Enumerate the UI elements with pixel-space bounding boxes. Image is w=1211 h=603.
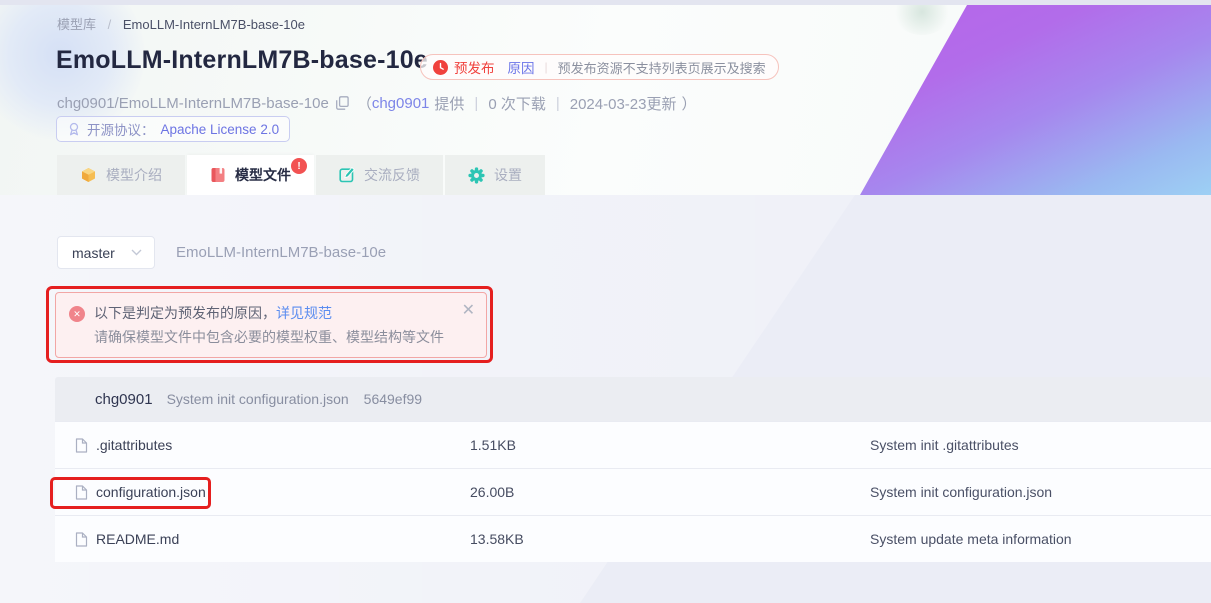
file-commit-message: System init configuration.json (870, 484, 1211, 500)
tab-label: 模型文件 (235, 165, 291, 185)
file-size: 13.58KB (470, 531, 870, 547)
tab-label: 交流反馈 (364, 165, 420, 185)
file-name-link[interactable]: .gitattributes (96, 437, 172, 453)
alert-close-icon[interactable]: ✕ (462, 300, 475, 320)
clock-icon (433, 60, 448, 75)
tab-feedback[interactable]: 交流反馈 (316, 155, 443, 195)
tab-model-intro[interactable]: 模型介绍 (57, 155, 185, 195)
prerelease-note: 预发布资源不支持列表页展示及搜索 (558, 58, 766, 77)
breadcrumb-separator: / (108, 17, 112, 32)
meta-paren-close: ） (681, 93, 696, 114)
repo-name-label: EmoLLM-InternLM7B-base-10e (176, 244, 386, 261)
meta-divider: | (474, 95, 478, 112)
prerelease-status: 预发布 (454, 57, 495, 77)
chevron-down-icon (131, 249, 142, 256)
teal-blob-decoration (893, 5, 951, 35)
license-badge: 开源协议： Apache License 2.0 (56, 116, 290, 142)
repo-subtitle: chg0901/EmoLLM-InternLM7B-base-10e （ chg… (57, 93, 697, 114)
license-value[interactable]: Apache License 2.0 (161, 122, 280, 137)
updated-date: 2024-03-23更新 (570, 93, 677, 114)
page-title: EmoLLM-InternLM7B-base-10e (56, 46, 428, 75)
license-label: 开源协议： (87, 119, 155, 139)
alert-text-line2: 请确保模型文件中包含必要的模型权重、模型结构等文件 (94, 327, 444, 347)
medal-icon (67, 122, 81, 136)
breadcrumb: 模型库 / EmoLLM-InternLM7B-base-10e (57, 14, 305, 33)
branch-label: master (72, 245, 115, 261)
header: 模型库 / EmoLLM-InternLM7B-base-10e EmoLLM-… (0, 5, 1211, 195)
file-name-cell: .gitattributes (55, 437, 470, 453)
breadcrumb-root[interactable]: 模型库 (57, 17, 96, 32)
error-circle-icon: ✕ (69, 306, 85, 322)
page-background: 模型库 / EmoLLM-InternLM7B-base-10e EmoLLM-… (0, 0, 1211, 603)
committer-name: chg0901 (95, 391, 153, 408)
meta-divider: | (556, 95, 560, 112)
alert-line1-text: 以下是判定为预发布的原因， (94, 305, 276, 321)
repo-path: chg0901/EmoLLM-InternLM7B-base-10e (57, 95, 329, 112)
file-name-cell: README.md (55, 531, 470, 547)
file-commit-message: System update meta information (870, 531, 1211, 547)
tab-bar: 模型介绍 模型文件 ! 交流反馈 设置 (57, 155, 547, 195)
tab-model-files[interactable]: 模型文件 ! (187, 155, 314, 195)
book-icon (210, 167, 226, 183)
file-name-cell: configuration.json (55, 484, 470, 500)
document-icon (75, 438, 88, 453)
table-row: README.md 13.58KB System update meta inf… (55, 515, 1211, 562)
breadcrumb-current: EmoLLM-InternLM7B-base-10e (123, 17, 305, 32)
meta-paren-open: （ (357, 93, 372, 114)
cube-icon (80, 167, 97, 184)
tab-settings[interactable]: 设置 (445, 155, 545, 195)
alert-spec-link[interactable]: 详见规范 (276, 305, 332, 321)
table-row: configuration.json 26.00B System init co… (55, 468, 1211, 515)
file-name-link[interactable]: README.md (96, 531, 179, 547)
commit-header-row: chg0901 System init configuration.json 5… (55, 377, 1211, 421)
document-icon (75, 485, 88, 500)
badge-divider: | (545, 60, 548, 74)
file-size: 1.51KB (470, 437, 870, 453)
file-commit-message: System init .gitattributes (870, 437, 1211, 453)
provider-label: 提供 (434, 93, 464, 114)
file-table: chg0901 System init configuration.json 5… (55, 377, 1211, 562)
commit-message: System init configuration.json (167, 391, 349, 407)
copy-icon[interactable] (336, 96, 349, 114)
provider-link[interactable]: chg0901 (372, 95, 430, 112)
file-name-link[interactable]: configuration.json (96, 484, 206, 500)
commit-hash: 5649ef99 (364, 391, 422, 407)
gear-icon (468, 167, 485, 184)
notification-badge: ! (291, 158, 307, 174)
tab-label: 设置 (494, 165, 522, 185)
downloads-count: 0 次下载 (488, 93, 546, 114)
tab-label: 模型介绍 (106, 165, 162, 185)
edit-icon (339, 167, 355, 183)
table-row: .gitattributes 1.51KB System init .gitat… (55, 421, 1211, 468)
prerelease-alert: ✕ 以下是判定为预发布的原因，详见规范 请确保模型文件中包含必要的模型权重、模型… (55, 292, 487, 358)
document-icon (75, 532, 88, 547)
file-size: 26.00B (470, 484, 870, 500)
branch-selector[interactable]: master (57, 236, 155, 269)
prerelease-reason-link[interactable]: 原因 (508, 57, 535, 77)
prerelease-badge: 预发布 原因 | 预发布资源不支持列表页展示及搜索 (420, 54, 779, 80)
alert-text-line1: 以下是判定为预发布的原因，详见规范 (94, 303, 332, 323)
